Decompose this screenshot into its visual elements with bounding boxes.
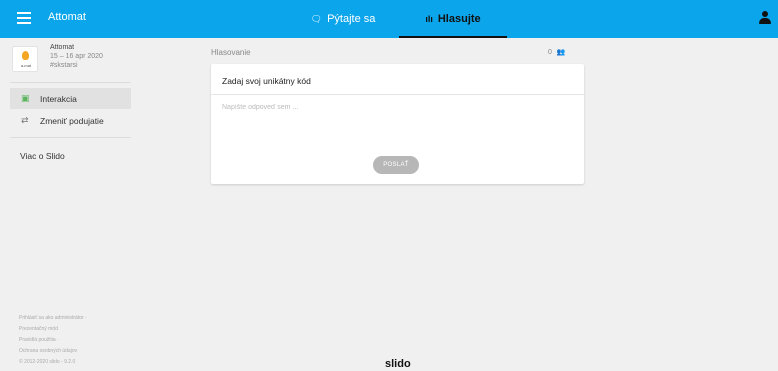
chat-icon: ▣	[21, 93, 30, 103]
people-icon: 👥	[556, 49, 566, 56]
event-name: Attomat	[50, 44, 75, 51]
sidebar-divider	[10, 82, 131, 83]
privacy-link[interactable]: Ochrana osobných údajov	[19, 348, 77, 354]
event-logo: a-mat	[12, 46, 38, 72]
terms-link[interactable]: Pravidlá použitia ·	[19, 337, 59, 343]
user-icon[interactable]	[759, 11, 771, 25]
poll-question: Zadaj svoj unikátny kód	[222, 76, 311, 86]
swap-icon: ⇄	[21, 115, 29, 125]
copyright: © 2012-2020 slido - 9.2.0	[19, 359, 76, 365]
event-logo-text: a-mat	[20, 63, 32, 68]
card-divider	[211, 94, 584, 95]
speech-bubble-icon: 🗨	[310, 13, 323, 24]
participant-count-value: 0	[548, 49, 552, 56]
sidebar-item-label: Zmeniť podujatie	[40, 115, 104, 126]
sidebar-item-change-event[interactable]: ⇄ Zmeniť podujatie	[10, 110, 131, 131]
bar-chart-icon: ılı	[425, 14, 433, 24]
presentation-mode-link[interactable]: Prezentačný mód	[19, 326, 58, 332]
tab-poll-label: Hlasujte	[437, 13, 481, 25]
participant-count: 0 👥	[548, 48, 566, 56]
sidebar-divider	[10, 137, 131, 138]
event-code: #skstarsi	[50, 62, 78, 69]
tab-ask[interactable]: 🗨 Pýtajte sa	[288, 0, 398, 38]
submit-button[interactable]: POSLAŤ	[373, 156, 419, 174]
slido-logo: slido	[385, 358, 411, 370]
answer-input[interactable]	[222, 104, 572, 154]
event-info: a-mat Attomat 15 – 16 apr 2020 #skstarsi	[10, 43, 135, 79]
event-dates: 15 – 16 apr 2020	[50, 53, 103, 60]
app-title: Attomat	[48, 11, 86, 23]
sidebar-item-interaction[interactable]: ▣ Interakcia	[10, 88, 131, 109]
lightbulb-icon	[22, 51, 29, 60]
tab-ask-label: Pýtajte sa	[327, 13, 376, 25]
poll-card: Zadaj svoj unikátny kód POSLAŤ	[211, 64, 584, 184]
tab-poll[interactable]: ılı Hlasujte	[399, 0, 507, 38]
more-about-slido-link[interactable]: Viac o Slido	[20, 151, 65, 161]
hamburger-menu-icon[interactable]	[17, 12, 31, 24]
admin-login-link[interactable]: Prihlásiť sa ako administrátor ·	[19, 315, 87, 321]
section-title: Hlasovanie	[211, 48, 251, 57]
sidebar-item-label: Interakcia	[40, 93, 77, 104]
top-bar: Attomat 🗨 Pýtajte sa ılı Hlasujte	[0, 0, 778, 38]
